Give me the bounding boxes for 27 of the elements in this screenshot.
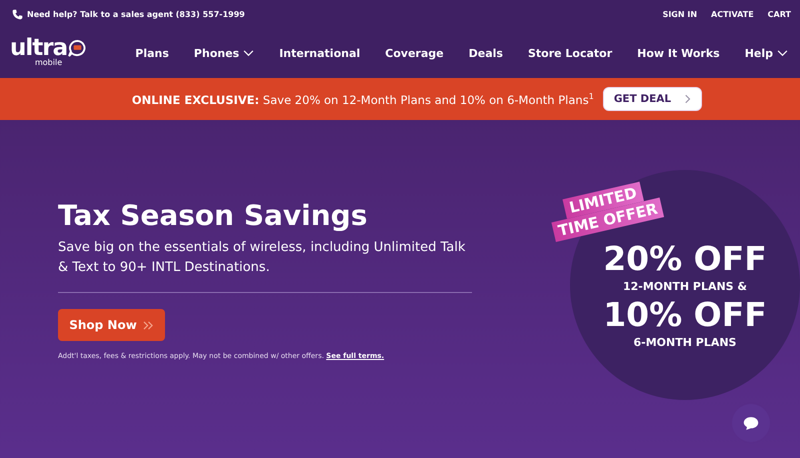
chevron-icon xyxy=(685,94,692,104)
double-chevron-icon xyxy=(142,320,154,330)
top-link[interactable]: CART xyxy=(768,10,791,18)
nav-link[interactable]: Help xyxy=(744,46,788,60)
plan-text: 6-MONTH PLANS xyxy=(632,335,738,351)
phone-icon xyxy=(12,8,23,20)
chat-button[interactable] xyxy=(732,404,770,442)
discount-text: 20% OFF xyxy=(603,239,767,279)
nav-link[interactable]: Deals xyxy=(468,46,503,60)
nav-link[interactable]: Phones xyxy=(194,46,254,60)
nav-link[interactable]: Store Locator xyxy=(528,46,612,60)
get-deal-button[interactable]: GET DEAL xyxy=(602,87,702,111)
top-link[interactable]: ACTIVATE xyxy=(711,10,754,18)
help-text: Need help? Talk to a sales agent (833) 557-1999 xyxy=(27,10,245,18)
nav-link[interactable]: Plans xyxy=(135,46,169,60)
promo-text: ONLINE EXCLUSIVE: Save 20% on 12-Month Plans and 10% on 6-Month Plans$^{1}$ xyxy=(132,92,594,106)
plan-text: 12-MONTH PLANS & xyxy=(622,279,748,295)
logo[interactable]: ultra mobile xyxy=(10,37,88,67)
hero-subtitle: Save big on the essentials of wireless, including Unlimited Talk & Text to 90+ INTL Destinations. xyxy=(58,239,466,277)
discount-text: 10% OFF xyxy=(603,295,767,335)
hero-title: Tax Season Savings xyxy=(58,198,368,234)
shop-now-button[interactable]: Shop Now xyxy=(58,309,165,341)
nav-link[interactable]: International xyxy=(279,46,360,60)
nav-link[interactable]: Coverage xyxy=(385,46,444,60)
nav-link[interactable]: How It Works xyxy=(637,46,720,60)
chat-bubble-icon xyxy=(743,416,759,430)
top-link[interactable]: SIGN IN xyxy=(662,10,698,18)
